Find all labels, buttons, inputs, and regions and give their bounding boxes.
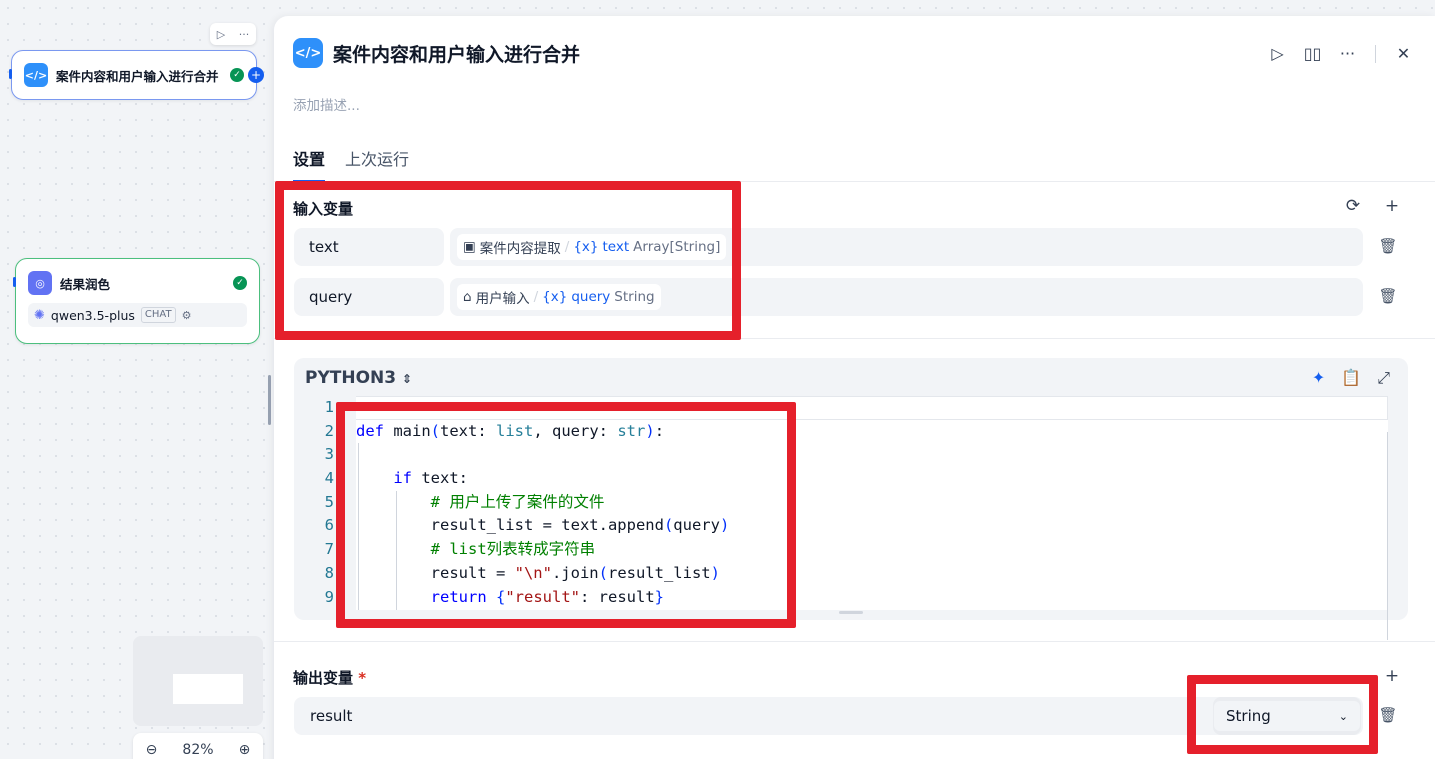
- success-check-icon: ✓: [233, 276, 247, 290]
- annotation-box-code: [336, 402, 796, 628]
- more-icon[interactable]: ···: [1330, 44, 1365, 63]
- sync-icon[interactable]: ⟳: [1343, 196, 1363, 216]
- code-icon: </>: [24, 63, 48, 87]
- minimap[interactable]: [133, 636, 263, 726]
- node-toolbar: ▷ ···: [210, 23, 256, 45]
- node-input-handle[interactable]: [13, 277, 16, 287]
- model-selector[interactable]: ✺ qwen3.5-plus CHAT ⚙: [28, 303, 247, 327]
- llm-icon: ◎: [28, 271, 52, 295]
- line-numbers: 1 2 3 4 5 6 7 8 9: [324, 398, 334, 606]
- copy-icon[interactable]: 📋: [1341, 368, 1361, 388]
- more-icon[interactable]: ···: [239, 28, 250, 41]
- add-node-button[interactable]: +: [248, 67, 264, 83]
- output-variables-label: 输出变量 *: [293, 669, 367, 687]
- code-scrollbar[interactable]: [1387, 432, 1388, 640]
- qwen-logo-icon: ✺: [34, 307, 45, 323]
- panel-resize-handle[interactable]: [268, 375, 271, 425]
- description-input[interactable]: 添加描述...: [293, 94, 360, 114]
- run-icon[interactable]: ▷: [1260, 44, 1295, 63]
- delete-variable-icon[interactable]: 🗑: [1378, 237, 1398, 255]
- zoom-level[interactable]: 82%: [182, 742, 213, 758]
- run-node-icon[interactable]: ▷: [217, 28, 225, 41]
- llm-node[interactable]: ◎ 结果润色 ✓ ✺ qwen3.5-plus CHAT ⚙: [13, 258, 260, 344]
- minimap-viewport: [173, 674, 243, 704]
- output-name-field[interactable]: result: [310, 707, 352, 725]
- node-settings-panel: </> 案件内容和用户输入进行合并 ▷ ▯▯ ··· ✕ 添加描述... 设置 …: [274, 16, 1435, 759]
- tab-settings[interactable]: 设置: [293, 146, 326, 182]
- divider: [274, 641, 1435, 642]
- panel-actions: ▷ ▯▯ ··· ✕: [1260, 44, 1421, 63]
- zoom-out-icon[interactable]: ⊖: [146, 742, 158, 758]
- expand-icon[interactable]: ⤢: [1377, 368, 1390, 388]
- delete-output-icon[interactable]: 🗑: [1378, 706, 1398, 724]
- delete-variable-icon[interactable]: 🗑: [1378, 287, 1398, 305]
- panel-title[interactable]: 案件内容和用户输入进行合并: [333, 40, 580, 67]
- code-node[interactable]: </> 案件内容和用户输入进行合并 ✓ +: [9, 50, 264, 100]
- zoom-controls: ⊖ 82% ⊕: [133, 733, 263, 759]
- annotation-box-inputs: [275, 181, 741, 340]
- success-check-icon: ✓: [230, 68, 244, 82]
- divider: [1375, 44, 1376, 63]
- annotation-box-output-type: [1187, 675, 1378, 754]
- tab-last-run[interactable]: 上次运行: [345, 146, 409, 182]
- close-icon[interactable]: ✕: [1386, 44, 1421, 63]
- node-title: 结果润色: [60, 276, 111, 292]
- panel-tabs: 设置 上次运行: [293, 146, 409, 182]
- add-output-icon[interactable]: +: [1382, 666, 1402, 686]
- model-settings-icon[interactable]: ⚙: [182, 309, 192, 322]
- model-name: qwen3.5-plus: [50, 307, 135, 323]
- ai-generate-icon[interactable]: ✦: [1312, 368, 1325, 388]
- code-icon: </>: [293, 38, 323, 68]
- language-selector[interactable]: PYTHON3 ⇕: [305, 368, 412, 388]
- node-title: 案件内容和用户输入进行合并: [56, 68, 219, 84]
- node-input-handle[interactable]: [9, 69, 12, 79]
- docs-book-icon[interactable]: ▯▯: [1295, 44, 1330, 63]
- editor-resize-handle[interactable]: [839, 611, 863, 614]
- model-mode-badge: CHAT: [140, 307, 176, 323]
- code-toolbar: ✦ 📋 ⤢: [1312, 368, 1390, 388]
- zoom-in-icon[interactable]: ⊕: [239, 742, 251, 758]
- add-variable-icon[interactable]: +: [1382, 196, 1402, 216]
